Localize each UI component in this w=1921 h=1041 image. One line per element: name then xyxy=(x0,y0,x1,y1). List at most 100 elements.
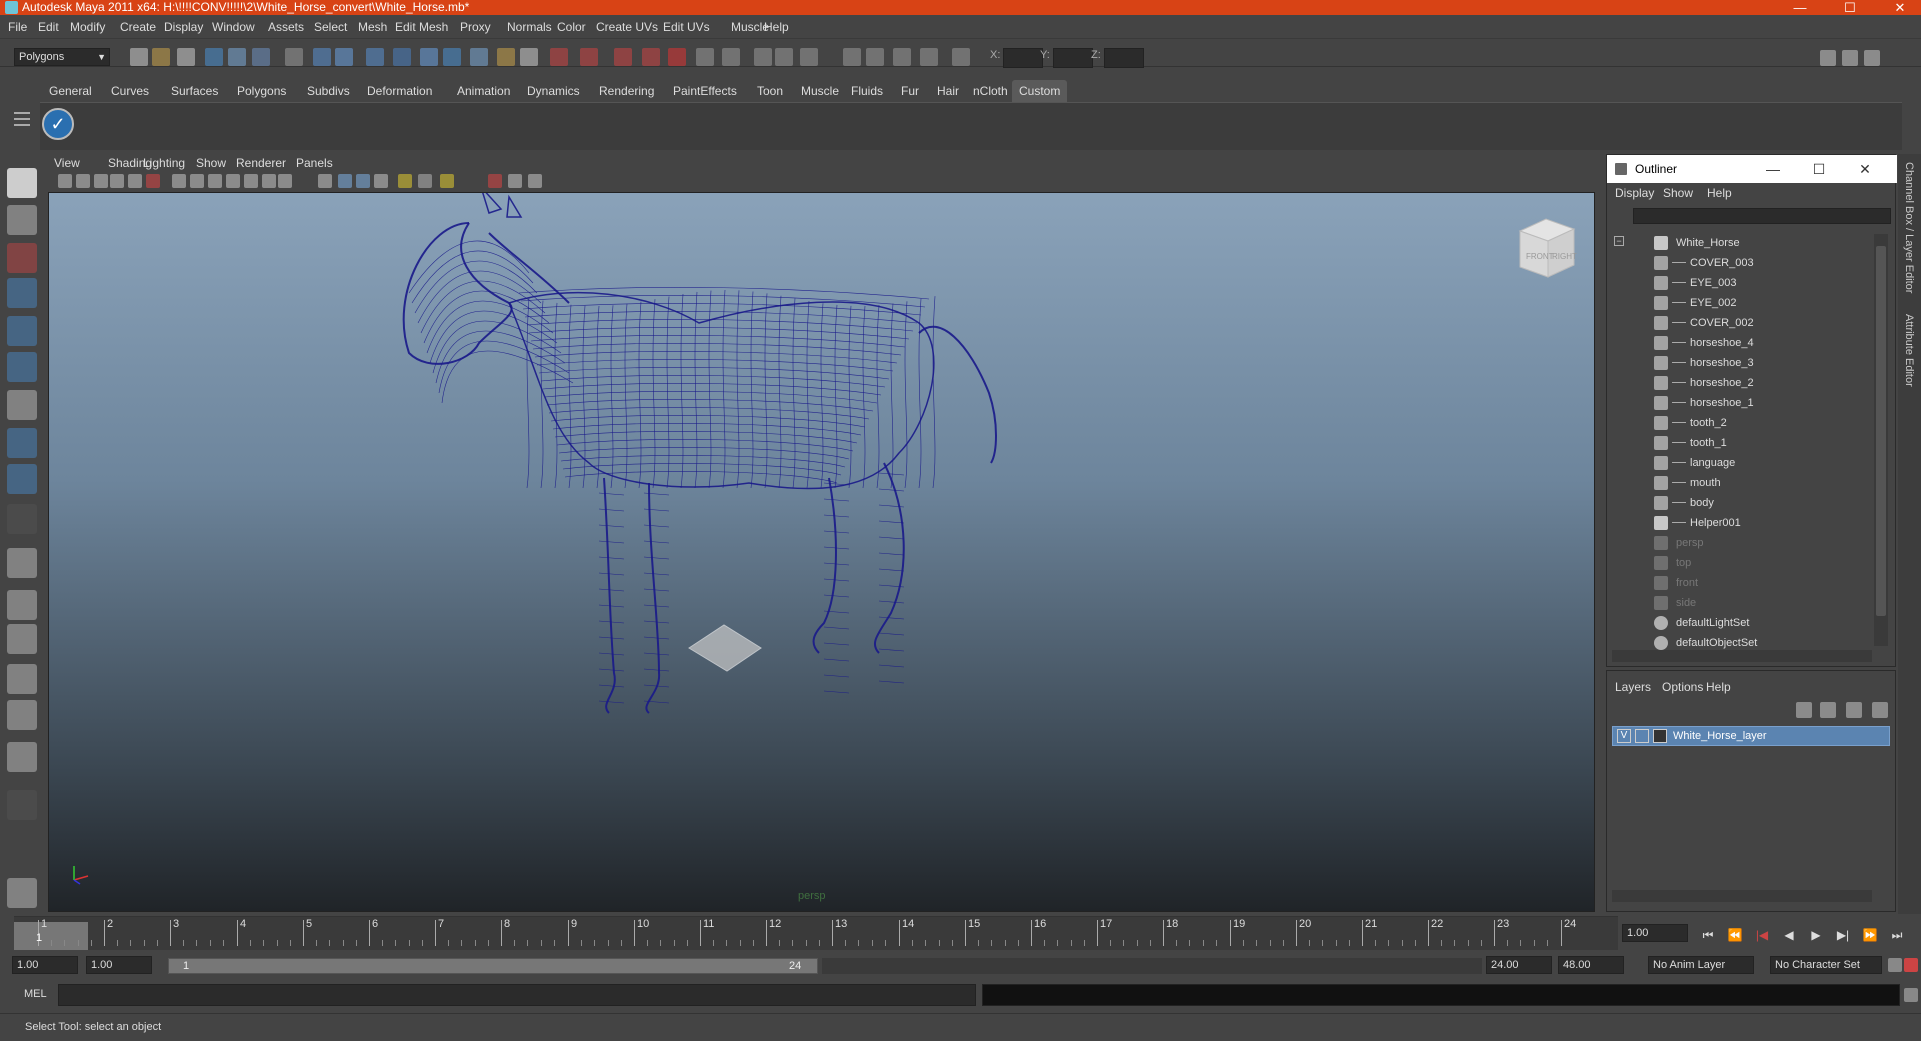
layer-action-icon[interactable] xyxy=(1872,702,1888,718)
outliner-item[interactable]: White_Horse xyxy=(1650,233,1870,253)
outliner-close-button[interactable]: ✕ xyxy=(1845,155,1885,183)
layer-type-toggle[interactable] xyxy=(1635,729,1649,743)
outliner-item[interactable]: side xyxy=(1650,593,1870,613)
toolbox-tool-icon[interactable] xyxy=(7,243,37,273)
shelf-tab-ncloth[interactable]: nCloth xyxy=(966,80,1015,102)
menu-mesh[interactable]: Mesh xyxy=(358,15,387,39)
status-tool-icon[interactable] xyxy=(130,48,148,66)
status-tool-icon[interactable] xyxy=(393,48,411,66)
shelf-tab-curves[interactable]: Curves xyxy=(104,80,156,102)
go-to-end-icon[interactable]: ⏭ xyxy=(1887,926,1907,944)
outliner-menu-display[interactable]: Display xyxy=(1615,186,1654,200)
status-tool-icon[interactable] xyxy=(642,48,660,66)
status-tool-icon[interactable] xyxy=(800,48,818,66)
toolbox-tool-icon[interactable] xyxy=(7,168,37,198)
shelf-menu-icon[interactable] xyxy=(14,108,30,138)
status-tool-icon[interactable] xyxy=(177,48,195,66)
status-tool-icon[interactable] xyxy=(366,48,384,66)
shelf-tab-subdivs[interactable]: Subdivs xyxy=(300,80,357,102)
layer-action-icon[interactable] xyxy=(1820,702,1836,718)
status-tool-icon[interactable] xyxy=(228,48,246,66)
viewport-toolbar-icon[interactable] xyxy=(398,174,412,188)
shelf-tab-surfaces[interactable]: Surfaces xyxy=(164,80,225,102)
time-slider-track[interactable] xyxy=(14,916,1618,950)
status-tool-icon[interactable] xyxy=(520,48,538,66)
status-tool-icon[interactable] xyxy=(313,48,331,66)
toolbox-tool-icon[interactable] xyxy=(7,790,37,820)
step-back-frame-icon[interactable]: |◀ xyxy=(1752,926,1772,944)
shelf-tab-fluids[interactable]: Fluids xyxy=(844,80,890,102)
x-field[interactable] xyxy=(1003,48,1043,68)
anim-start-field[interactable]: 1.00 xyxy=(86,956,152,974)
menu-assets[interactable]: Assets xyxy=(268,15,304,39)
shelf-tab-animation[interactable]: Animation xyxy=(450,80,517,102)
menu-color[interactable]: Color xyxy=(557,15,586,39)
outliner-minimize-button[interactable]: — xyxy=(1753,155,1793,183)
toolbox-tool-icon[interactable] xyxy=(7,548,37,578)
outliner-item[interactable]: horseshoe_1 xyxy=(1650,393,1870,413)
status-tool-icon[interactable] xyxy=(497,48,515,66)
shelf-tab-polygons[interactable]: Polygons xyxy=(230,80,293,102)
panel-layout-icon[interactable] xyxy=(1820,50,1836,66)
shelf-tab-painteffects[interactable]: PaintEffects xyxy=(666,80,744,102)
viewport-menu-panels[interactable]: Panels xyxy=(296,154,333,172)
outliner-item[interactable]: front xyxy=(1650,573,1870,593)
outliner-item[interactable]: top xyxy=(1650,553,1870,573)
go-to-start-icon[interactable]: ⏮ xyxy=(1698,926,1718,944)
viewport-toolbar-icon[interactable] xyxy=(172,174,186,188)
outliner-maximize-button[interactable]: ☐ xyxy=(1799,155,1839,183)
toolbox-tool-icon[interactable] xyxy=(7,504,37,534)
menu-set-select[interactable]: Polygons ▼ xyxy=(14,48,110,66)
layer-color-swatch[interactable] xyxy=(1653,729,1667,743)
outliner-item[interactable]: horseshoe_2 xyxy=(1650,373,1870,393)
status-tool-icon[interactable] xyxy=(893,48,911,66)
shelf-tab-toon[interactable]: Toon xyxy=(750,80,790,102)
toolbox-tool-icon[interactable] xyxy=(7,590,37,620)
status-tool-icon[interactable] xyxy=(668,48,686,66)
viewport-menu-renderer[interactable]: Renderer xyxy=(236,154,286,172)
viewport-toolbar-icon[interactable] xyxy=(190,174,204,188)
outliner-item[interactable]: EYE_003 xyxy=(1650,273,1870,293)
menu-select[interactable]: Select xyxy=(314,15,347,39)
viewport-menu-lighting[interactable]: Lighting xyxy=(143,154,185,172)
shelf-tab-dynamics[interactable]: Dynamics xyxy=(520,80,587,102)
toolbox-tool-icon[interactable] xyxy=(7,428,37,458)
viewport-toolbar-icon[interactable] xyxy=(262,174,276,188)
menu-edit-mesh[interactable]: Edit Mesh xyxy=(395,15,448,39)
outliner-item[interactable]: persp xyxy=(1650,533,1870,553)
menu-help[interactable]: Help xyxy=(764,15,789,39)
status-tool-icon[interactable] xyxy=(775,48,793,66)
outliner-menu-show[interactable]: Show xyxy=(1663,186,1693,200)
status-tool-icon[interactable] xyxy=(335,48,353,66)
outliner-item[interactable]: language xyxy=(1650,453,1870,473)
viewport-toolbar-icon[interactable] xyxy=(208,174,222,188)
viewport-toolbar-icon[interactable] xyxy=(528,174,542,188)
viewport-toolbar-icon[interactable] xyxy=(58,174,72,188)
menu-edit[interactable]: Edit xyxy=(38,15,59,39)
status-tool-icon[interactable] xyxy=(205,48,223,66)
layer-action-icon[interactable] xyxy=(1846,702,1862,718)
range-start-field[interactable]: 1.00 xyxy=(12,956,78,974)
status-tool-icon[interactable] xyxy=(285,48,303,66)
outliner-item[interactable]: defaultLightSet xyxy=(1650,613,1870,633)
maximize-button[interactable]: ☐ xyxy=(1830,0,1870,15)
viewport-toolbar-icon[interactable] xyxy=(356,174,370,188)
anim-end-field[interactable]: 24.00 xyxy=(1486,956,1552,974)
layers-h-scrollbar[interactable] xyxy=(1612,890,1872,902)
viewport-toolbar-icon[interactable] xyxy=(418,174,432,188)
status-tool-icon[interactable] xyxy=(722,48,740,66)
channel-box-tab[interactable]: Channel Box / Layer Editor xyxy=(1903,162,1915,293)
step-forward-key-icon[interactable]: ⏩ xyxy=(1860,926,1880,944)
outliner-item[interactable]: mouth xyxy=(1650,473,1870,493)
status-tool-icon[interactable] xyxy=(420,48,438,66)
menu-proxy[interactable]: Proxy xyxy=(460,15,491,39)
status-tool-icon[interactable] xyxy=(866,48,884,66)
viewport-toolbar-icon[interactable] xyxy=(508,174,522,188)
status-tool-icon[interactable] xyxy=(580,48,598,66)
status-tool-icon[interactable] xyxy=(614,48,632,66)
layers-menu-help[interactable]: Help xyxy=(1706,680,1731,694)
anim-layer-select[interactable]: No Anim Layer xyxy=(1648,956,1754,974)
status-tool-icon[interactable] xyxy=(843,48,861,66)
toolbox-tool-icon[interactable] xyxy=(7,742,37,772)
status-tool-icon[interactable] xyxy=(550,48,568,66)
